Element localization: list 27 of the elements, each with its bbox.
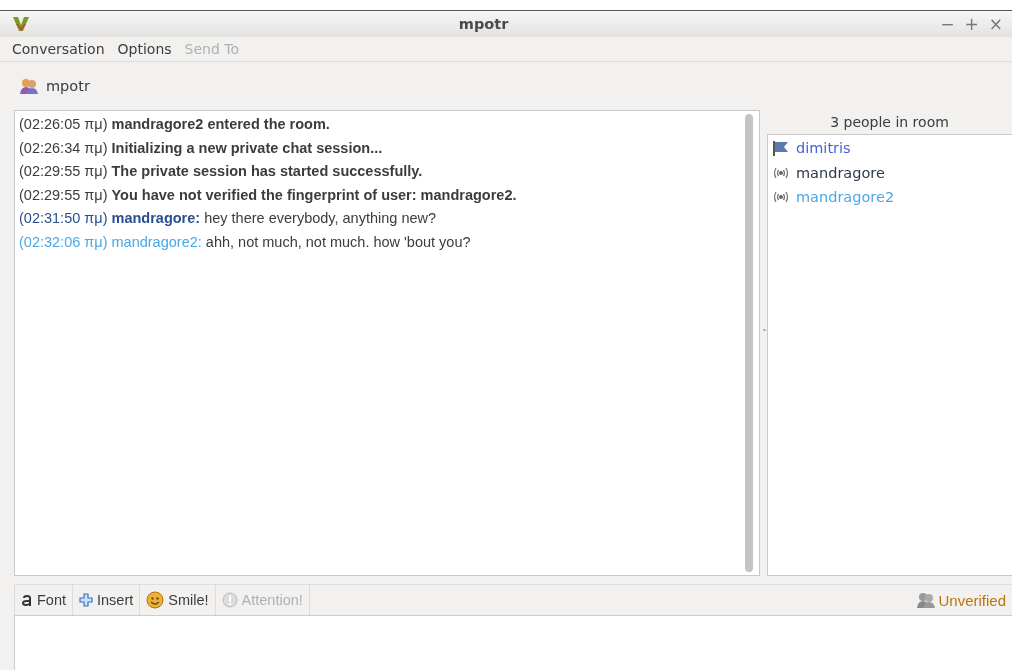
maximize-button[interactable]: + [961, 14, 982, 34]
verification-button[interactable]: Unverified [910, 585, 1012, 615]
letter-a-icon [21, 593, 33, 607]
window-title: mpotr [457, 16, 510, 32]
message-input[interactable] [14, 615, 1012, 670]
user-name[interactable]: mandragore [796, 164, 885, 181]
menu-item[interactable]: Options [111, 41, 179, 57]
chat-message: (02:26:34 πμ) Initializing a new private chat session... [19, 138, 384, 158]
chat-message: (02:29:55 πμ) You have not verified the fingerprint of user: mandragore2. [19, 185, 518, 205]
chat-message: (02:29:55 πμ) The private session has started successfully. [19, 162, 424, 182]
scrollbar[interactable] [745, 114, 755, 572]
close-button[interactable]: × [985, 14, 1006, 34]
chat-message: (02:26:05 πμ) mandragore2 entered the room. [19, 115, 331, 134]
plus-icon [79, 593, 93, 607]
warning-circle-icon [221, 592, 238, 608]
minimize-button[interactable]: − [937, 14, 958, 34]
flag-icon [772, 140, 790, 157]
people-icon [916, 592, 937, 608]
people-count: 3 people in room [829, 113, 950, 132]
chat-message: (02:32:06 πμ) mandragore2: ahh, not much, not much. how 'bout you? [19, 232, 472, 252]
smiley-icon [146, 591, 165, 609]
user-name[interactable]: dimitris [796, 140, 851, 157]
conversation-title: mpotr [46, 78, 90, 94]
menu-item[interactable]: Conversation [6, 41, 112, 57]
people-icon [20, 78, 38, 94]
chat-message: (02:31:50 πμ) mandragore: hey there everybody, anything new? [19, 209, 438, 229]
app-logo-icon [12, 16, 30, 32]
